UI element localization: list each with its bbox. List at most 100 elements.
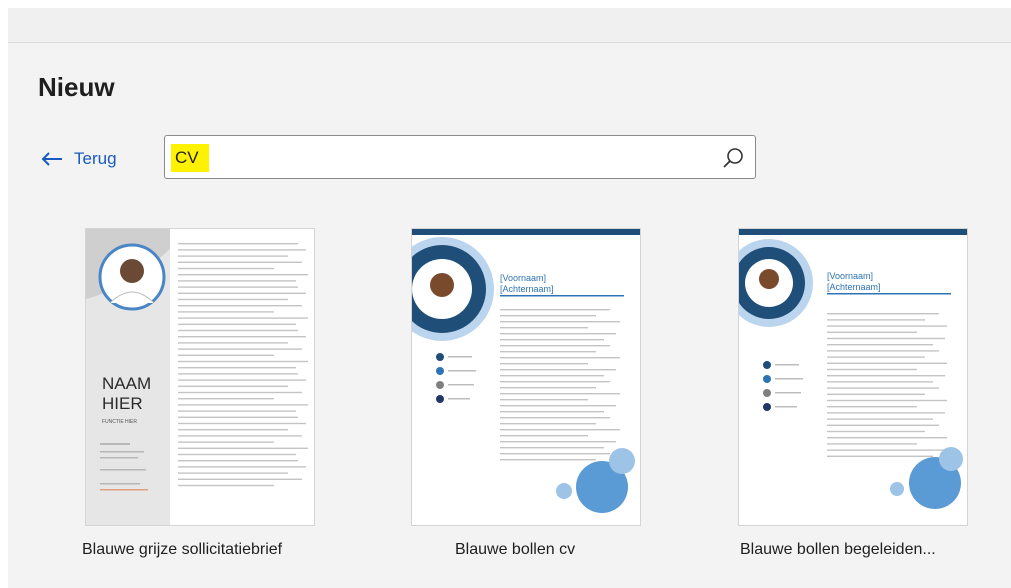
search-icon[interactable]	[721, 146, 745, 175]
thumbnail-text-line	[178, 243, 298, 245]
thumbnail-text-line	[827, 399, 947, 402]
thumbnail-text-line	[500, 351, 596, 353]
thumbnail-text-line	[827, 424, 939, 426]
thumbnail-text-line	[827, 368, 917, 371]
template-name-line2: [Achternaam]	[827, 282, 881, 292]
thumbnail-text-line	[500, 369, 616, 371]
page-title: Nieuw	[38, 72, 115, 102]
template-name-line2: [Achternaam]	[500, 284, 554, 294]
thumbnail-text-line	[827, 449, 945, 451]
thumbnail-text-line	[178, 311, 274, 313]
thumbnail-text-line	[178, 373, 298, 375]
thumbnail-text-line	[500, 459, 596, 461]
thumbnail-text-line	[500, 375, 604, 377]
thumbnail-text-line	[178, 360, 308, 363]
thumbnail-text-line	[178, 274, 308, 276]
thumbnail-text-line	[178, 249, 306, 251]
thumbnail-text-line	[500, 393, 620, 395]
thumbnail-text-line	[178, 255, 288, 257]
thumbnail-text-line	[500, 417, 610, 419]
template-thumbnail: [Voornaam] [Achternaam]	[412, 229, 640, 513]
thumbnail-text-line	[500, 447, 604, 449]
template-name-line2: HIER	[102, 394, 143, 413]
back-button[interactable]: Terug	[40, 144, 117, 174]
thumbnail-text-line	[500, 309, 610, 311]
thumbnail-text-line	[178, 336, 306, 338]
thumbnail-text-line	[827, 356, 925, 358]
thumbnail-text-line	[500, 327, 588, 329]
thumbnail-text-line	[827, 430, 925, 433]
template-label-blue-spheres-letter[interactable]: Blauwe bollen begeleiden...	[740, 541, 936, 559]
thumbnail-text-line	[178, 286, 298, 288]
thumbnail-text-line	[178, 466, 306, 468]
thumbnail-text-line	[178, 460, 298, 462]
template-card-cover-letter[interactable]: NAAM HIER FUNCTIE HIER	[85, 228, 315, 526]
thumbnail-text-line	[500, 381, 610, 383]
thumbnail-text-line	[500, 435, 588, 437]
template-name-line1: NAAM	[102, 374, 151, 393]
thumbnail-text-line	[178, 472, 288, 474]
thumbnail-text-line	[500, 399, 588, 401]
thumbnail-text-line	[178, 342, 288, 344]
thumbnail-text-line	[500, 333, 616, 335]
thumbnail-text-line	[500, 315, 596, 317]
thumbnail-text-line	[827, 375, 945, 377]
template-name-line1: [Voornaam]	[500, 273, 546, 283]
template-thumbnail: NAAM HIER FUNCTIE HIER	[86, 229, 308, 525]
thumbnail-text-line	[827, 319, 925, 321]
template-name-line1: [Voornaam]	[827, 271, 873, 281]
thumbnail-text-line	[178, 398, 274, 400]
thumbnail-text-line	[178, 280, 296, 282]
thumbnail-text-line	[827, 406, 917, 408]
search-input[interactable]: CV	[164, 135, 756, 179]
thumbnail-text-line	[500, 453, 610, 455]
search-input-value: CV	[171, 144, 209, 172]
thumbnail-text-line	[500, 321, 620, 323]
thumbnail-text-line	[178, 385, 288, 387]
thumbnail-text-line	[827, 325, 947, 327]
thumbnail-text-line	[178, 435, 302, 437]
template-label-cover-letter[interactable]: Blauwe grijze sollicitatiebrief	[82, 541, 282, 559]
thumbnail-text-line	[178, 379, 306, 381]
thumbnail-text-line	[827, 350, 939, 352]
thumbnail-text-line	[178, 292, 306, 294]
thumbnail-text-line	[178, 305, 302, 307]
thumbnail-text-line	[178, 484, 274, 487]
thumbnail-text-line	[827, 455, 933, 457]
thumbnail-text-line	[827, 393, 925, 395]
template-label-blue-spheres-cv[interactable]: Blauwe bollen cv	[455, 541, 575, 559]
thumbnail-text-line	[827, 387, 939, 389]
thumbnail-text-line	[500, 345, 610, 347]
thumbnail-text-line	[178, 354, 274, 356]
thumbnail-text-line	[178, 367, 296, 369]
thumbnail-text-line	[827, 418, 933, 420]
thumbnail-text-line	[178, 317, 308, 319]
thumbnail-text-line	[500, 441, 616, 443]
thumbnail-text-line	[500, 423, 596, 425]
thumbnail-text-line	[500, 357, 620, 359]
arrow-left-icon	[40, 151, 64, 167]
thumbnail-text-line	[178, 441, 274, 443]
thumbnail-text-line	[827, 337, 945, 340]
thumbnail-text-line	[178, 422, 306, 425]
back-button-label: Terug	[74, 149, 117, 168]
template-card-blue-spheres-letter[interactable]: [Voornaam] [Achternaam]	[738, 228, 968, 526]
thumbnail-text-line	[827, 381, 933, 383]
thumbnail-text-line	[178, 416, 298, 418]
thumbnail-text-line	[178, 329, 298, 332]
template-card-blue-spheres-cv[interactable]: [Voornaam] [Achternaam]	[411, 228, 641, 526]
thumbnail-text-line	[178, 323, 296, 325]
thumbnail-text-line	[178, 410, 296, 412]
thumbnail-text-line	[500, 363, 588, 365]
thumbnail-text-line	[178, 447, 308, 449]
thumbnail-text-line	[827, 437, 947, 439]
thumbnail-text-line	[178, 429, 288, 431]
template-job-title: FUNCTIE HIER	[102, 419, 137, 425]
thumbnail-text-line	[500, 387, 596, 389]
thumbnail-text-line	[827, 313, 939, 315]
thumbnail-text-line	[178, 298, 288, 301]
thumbnail-text-line	[827, 362, 947, 364]
thumbnail-text-line	[827, 443, 917, 445]
thumbnail-text-line	[178, 478, 302, 480]
thumbnail-text-line	[500, 339, 604, 341]
